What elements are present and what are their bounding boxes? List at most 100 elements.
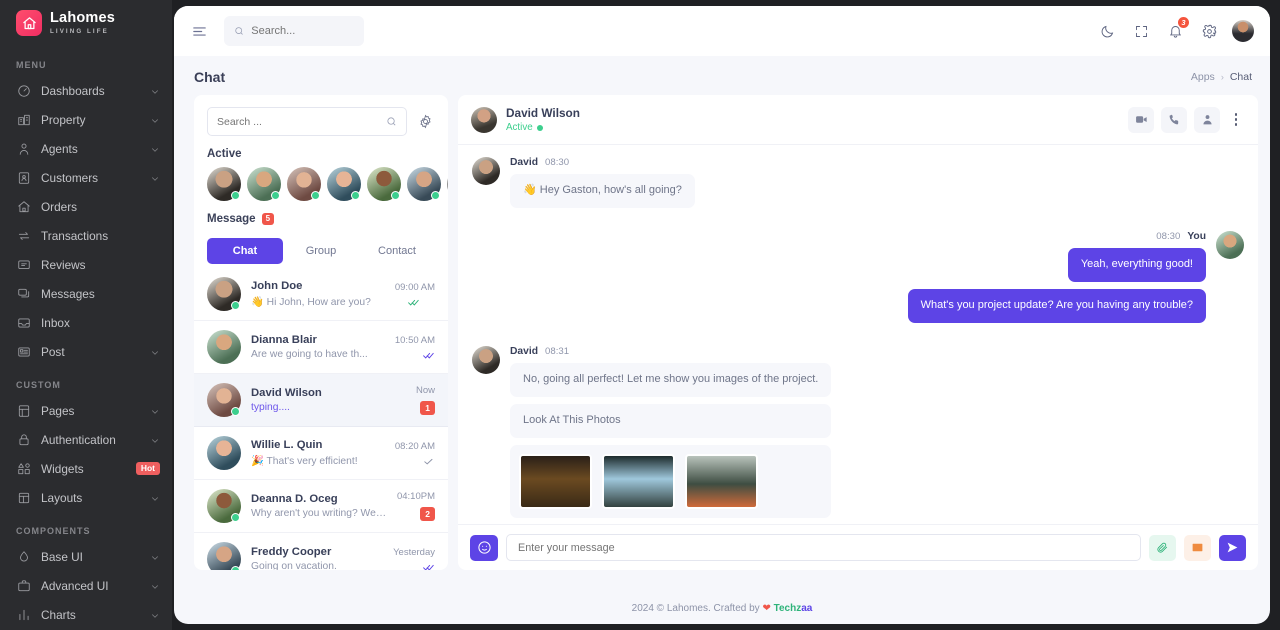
chat-item-unread-badge: 1 xyxy=(420,401,435,415)
chat-search-input[interactable] xyxy=(217,115,386,128)
chat-item-avatar xyxy=(207,436,241,470)
more-options-icon[interactable] xyxy=(1227,109,1245,131)
tab-group[interactable]: Group xyxy=(283,238,359,264)
online-dot-icon xyxy=(311,191,320,200)
chevron-down-icon[interactable] xyxy=(150,552,160,562)
brand-logo[interactable]: Lahomes LIVING LIFE xyxy=(0,0,172,46)
sidebar-item-transactions[interactable]: Transactions xyxy=(0,221,172,250)
sidebar-item-widgets[interactable]: Widgets Hot xyxy=(0,454,172,483)
sidebar-item-customers[interactable]: Customers xyxy=(0,163,172,192)
active-user-avatar[interactable] xyxy=(327,167,361,201)
message-column: David 08:31 No, going all perfect! Let me … xyxy=(510,346,832,518)
chevron-down-icon[interactable] xyxy=(150,406,160,416)
chat-list-search-row xyxy=(194,95,448,144)
chevron-down-icon[interactable] xyxy=(150,493,160,503)
sidebar-item-inbox[interactable]: Inbox xyxy=(0,308,172,337)
chat-item-status xyxy=(408,298,435,307)
chat-item-status xyxy=(423,351,435,360)
footer-brand-purple[interactable]: aa xyxy=(801,603,812,614)
sidebar-item-label: Messages xyxy=(41,286,95,301)
avatar xyxy=(447,167,448,201)
notifications-icon[interactable]: 3 xyxy=(1164,16,1190,42)
tab-chat[interactable]: Chat xyxy=(207,238,283,264)
settings-gear-icon[interactable] xyxy=(1198,20,1220,42)
search-icon xyxy=(387,117,396,126)
chevron-down-icon[interactable] xyxy=(150,610,160,620)
video-call-icon[interactable] xyxy=(1128,106,1154,133)
global-search[interactable] xyxy=(224,16,364,46)
active-user-avatar-partial[interactable] xyxy=(447,167,448,201)
active-users-row[interactable] xyxy=(194,167,448,201)
fullscreen-icon[interactable] xyxy=(1130,20,1152,42)
sidebar-item-advanced-ui[interactable]: Advanced UI xyxy=(0,571,172,600)
page-title: Chat xyxy=(194,69,226,85)
sidebar-item-base-ui[interactable]: Base UI xyxy=(0,542,172,571)
online-dot-icon xyxy=(231,407,240,416)
search-input[interactable] xyxy=(251,25,354,37)
active-user-avatar[interactable] xyxy=(407,167,441,201)
sidebar-item-reviews[interactable]: Reviews xyxy=(0,250,172,279)
message-input[interactable] xyxy=(506,534,1141,561)
sidebar-item-charts[interactable]: Charts xyxy=(0,600,172,629)
tab-contact[interactable]: Contact xyxy=(359,238,435,264)
chevron-down-icon[interactable] xyxy=(150,435,160,445)
chat-list-item[interactable]: Willie L. Quin 🎉 That's very efficient! 08… xyxy=(194,427,448,480)
send-icon[interactable] xyxy=(1219,534,1246,561)
sidebar-item-pages[interactable]: Pages xyxy=(0,396,172,425)
chat-search[interactable] xyxy=(207,107,407,136)
chevron-down-icon[interactable] xyxy=(150,144,160,154)
avatar xyxy=(472,157,500,185)
contact-avatar[interactable] xyxy=(471,106,497,133)
sidebar-item-orders[interactable]: Orders xyxy=(0,192,172,221)
chat-list-item[interactable]: Dianna Blair Are we going to have th... 10… xyxy=(194,321,448,374)
sidebar-item-agents[interactable]: Agents xyxy=(0,134,172,163)
sidebar-item-dashboards[interactable]: Dashboards xyxy=(0,76,172,105)
mountain-cave-photo[interactable] xyxy=(602,453,675,509)
active-user-avatar[interactable] xyxy=(247,167,281,201)
chat-settings-gear-icon[interactable] xyxy=(415,112,435,132)
sidebar-item-messages[interactable]: Messages xyxy=(0,279,172,308)
attachment-icon[interactable] xyxy=(1149,534,1176,561)
chat-list-item[interactable]: David Wilson typing.... Now 1 xyxy=(194,374,448,427)
brand-name: Lahomes xyxy=(50,10,116,27)
widgets-icon xyxy=(16,461,31,476)
message-bubble: Look At This Photos xyxy=(510,403,832,438)
sidebar-item-label: Inbox xyxy=(41,315,70,330)
sidebar-item-authentication[interactable]: Authentication xyxy=(0,425,172,454)
chat-list-tabs: Chat Group Contact xyxy=(194,232,448,264)
conversation-panel: David Wilson Active David 08:30 👋 Hey Ga… xyxy=(458,95,1258,570)
conversation-contact-status: Active xyxy=(506,122,580,133)
contact-info-icon[interactable] xyxy=(1194,106,1220,133)
woman-laptop-photo[interactable] xyxy=(685,453,758,509)
chevron-down-icon[interactable] xyxy=(150,86,160,96)
user-avatar[interactable] xyxy=(1232,20,1254,42)
chat-item-status xyxy=(423,563,435,570)
breadcrumb-root[interactable]: Apps xyxy=(1191,71,1215,83)
chat-item-name: John Doe xyxy=(251,280,303,292)
emoji-icon[interactable] xyxy=(470,534,498,561)
dark-mode-icon[interactable] xyxy=(1096,20,1118,42)
chevron-down-icon[interactable] xyxy=(150,173,160,183)
storefront-night-photo[interactable] xyxy=(519,453,592,509)
chat-list-item[interactable]: John Doe 👋 Hi John, How are you? 09:00 AM xyxy=(194,268,448,321)
page-header: Chat Apps › Chat xyxy=(174,56,1270,95)
active-user-avatar[interactable] xyxy=(367,167,401,201)
footer-brand-green[interactable]: Techz xyxy=(774,603,802,614)
sidebar-item-label: Agents xyxy=(41,141,78,156)
chevron-down-icon[interactable] xyxy=(150,115,160,125)
chat-item-meta: Yesterday xyxy=(393,547,435,570)
sidebar-item-property[interactable]: Property xyxy=(0,105,172,134)
active-user-avatar[interactable] xyxy=(207,167,241,201)
sidebar-item-layouts[interactable]: Layouts xyxy=(0,483,172,512)
chevron-down-icon[interactable] xyxy=(150,581,160,591)
message-column: David 08:30 👋 Hey Gaston, how's all going? xyxy=(510,157,695,215)
chat-list-item[interactable]: Freddy Cooper Going on vacation. Yesterday xyxy=(194,533,448,570)
phone-call-icon[interactable] xyxy=(1161,106,1187,133)
sidebar-item-post[interactable]: Post xyxy=(0,337,172,366)
orders-icon xyxy=(16,199,31,214)
chevron-down-icon[interactable] xyxy=(150,347,160,357)
image-icon[interactable] xyxy=(1184,534,1211,561)
active-user-avatar[interactable] xyxy=(287,167,321,201)
menu-toggle-icon[interactable] xyxy=(186,18,212,44)
chat-list-item[interactable]: Deanna D. Oceg Why aren't you writing? We… xyxy=(194,480,448,533)
